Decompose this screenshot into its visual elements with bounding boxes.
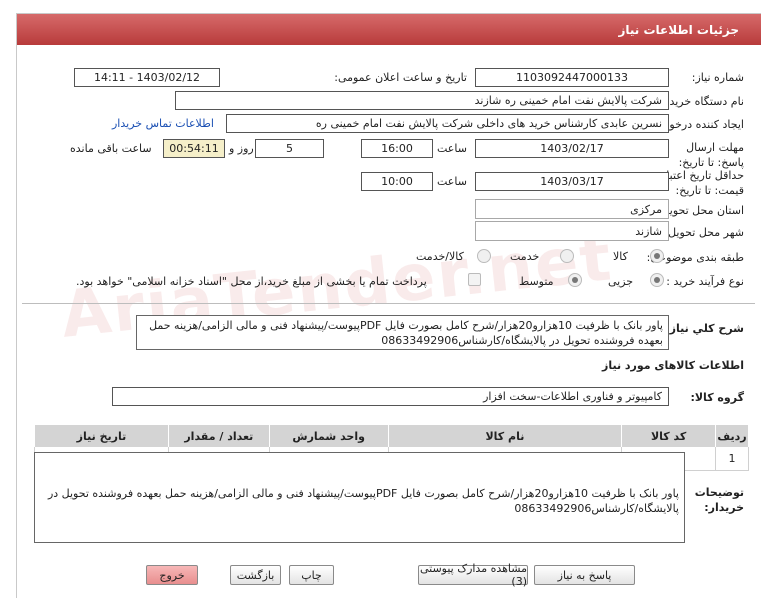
days-and-label: روز و <box>229 142 254 155</box>
remaining-time-field: 00:54:11 <box>163 139 225 158</box>
buyer-field: شرکت پالایش نفت امام خمینی ره شازند <box>175 91 669 110</box>
buyer-notes-label: توضیحات خریدار: <box>694 486 744 514</box>
category-radio-service[interactable] <box>560 249 574 263</box>
reply-time-label: ساعت <box>437 142 467 155</box>
attachments-button[interactable]: مشاهده مدارک پیوستی (3) <box>418 562 528 588</box>
buyer-notes-text: پاور بانک با ظرفیت 10هزارو20هزار/شرح کام… <box>34 452 685 543</box>
days-field: 5 <box>255 139 324 158</box>
reply-button[interactable]: پاسخ به نیاز <box>534 565 635 585</box>
table-header-row: ردیف کد کالا نام کالا واحد شمارش تعداد /… <box>34 425 749 447</box>
treasury-payment-note: پرداخت تمام یا بخشی از مبلغ خرید،از محل … <box>76 275 427 288</box>
province-field: مرکزی <box>475 199 669 219</box>
process-label: نوع فرآیند خرید : <box>666 275 744 288</box>
reply-date-field: 1403/02/17 <box>475 139 669 158</box>
exit-button[interactable]: خروج <box>146 565 198 585</box>
col-header-need-date: تاریخ نیاز <box>34 425 169 447</box>
remaining-time-label: ساعت باقی مانده <box>70 142 152 155</box>
buyer-label: نام دستگاه خریدار: <box>657 95 744 108</box>
need-number-label: شماره نیاز: <box>691 71 744 84</box>
validity-time-field: 10:00 <box>361 172 433 191</box>
validity-time-label: ساعت <box>437 175 467 188</box>
category-service-label: خدمت <box>510 250 540 263</box>
reply-time-field: 16:00 <box>361 139 433 158</box>
category-goods-service-label: کالا/خدمت <box>416 250 464 263</box>
page-title: جزئیات اطلاعات نیاز <box>618 22 739 37</box>
cell-row-number: 1 <box>715 447 749 471</box>
announce-label: تاریخ و ساعت اعلان عمومی: <box>334 71 467 84</box>
category-radio-goods[interactable] <box>650 249 664 263</box>
category-goods-label: کالا <box>613 250 628 263</box>
process-radio-minor[interactable] <box>650 273 664 287</box>
goods-group-field: کامپیوتر و فناوری اطلاعات-سخت افزار <box>112 387 669 406</box>
goods-group-label: گروه کالا: <box>690 391 744 404</box>
goods-section-title: اطلاعات کالاهای مورد نیاز <box>602 359 744 372</box>
print-button[interactable]: چاپ <box>289 565 334 585</box>
city-label: شهر محل تحویل: <box>664 226 744 239</box>
section-divider <box>22 303 755 304</box>
treasury-payment-checkbox[interactable] <box>468 273 481 286</box>
description-label: شرح کلي نياز: <box>665 322 744 335</box>
col-header-item-code: کد کالا <box>621 425 717 447</box>
province-label: استان محل تحویل: <box>657 204 744 217</box>
col-header-row-number: ردیف <box>715 425 749 447</box>
back-button[interactable]: بازگشت <box>230 565 281 585</box>
validity-date-field: 1403/03/17 <box>475 172 669 191</box>
process-medium-label: متوسط <box>519 275 554 288</box>
announce-datetime-field: 1403/02/12 - 14:11 <box>74 68 220 87</box>
col-header-item-name: نام کالا <box>387 425 623 447</box>
city-field: شازند <box>475 221 669 241</box>
description-text: پاور بانک با ظرفیت 10هزارو20هزار/شرح کام… <box>136 315 669 350</box>
process-radio-medium[interactable] <box>568 273 582 287</box>
creator-field: نسرین عابدی کارشناس خرید های داخلی شرکت … <box>226 114 669 133</box>
buyer-contact-link[interactable]: اطلاعات تماس خریدار <box>112 117 214 130</box>
category-radio-goods-service[interactable] <box>477 249 491 263</box>
process-minor-label: جزیی <box>608 275 634 288</box>
col-header-unit: واحد شمارش <box>268 425 389 447</box>
reply-deadline-label: مهلت ارسال پاسخ: تا تاریخ: <box>678 141 744 169</box>
col-header-quantity: تعداد / مقدار <box>167 425 270 447</box>
page-title-bar: جزئیات اطلاعات نیاز <box>17 14 761 45</box>
validity-label: حداقل تاریخ اعتبار قیمت: تا تاریخ: <box>660 169 744 197</box>
need-number-field: 1103092447000133 <box>475 68 669 87</box>
